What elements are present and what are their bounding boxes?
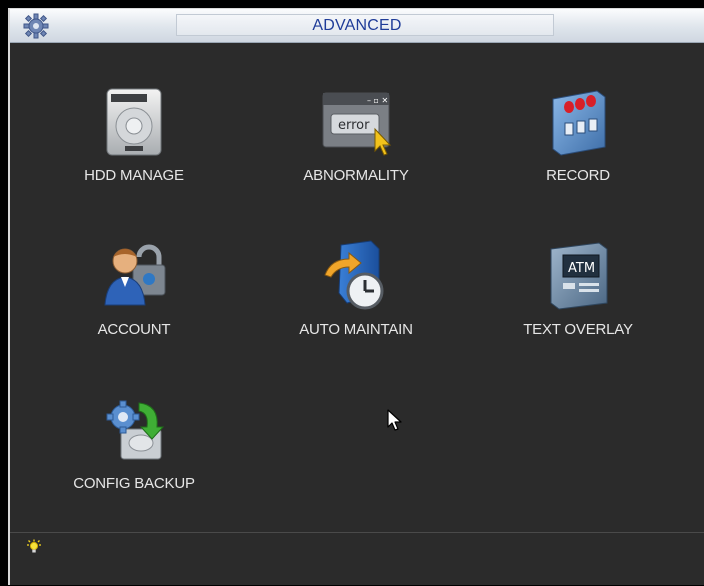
status-bar bbox=[10, 533, 704, 586]
menu-item-config-backup[interactable]: CONFIG BACKUP bbox=[34, 393, 234, 513]
atm-icon: ATM bbox=[550, 242, 608, 310]
menu-item-label: TEXT OVERLAY bbox=[523, 321, 633, 338]
account-lock-icon bbox=[104, 244, 166, 306]
menu-item-text-overlay[interactable]: ATM TEXT OVERLAY bbox=[478, 239, 678, 359]
menu-item-label: ABNORMALITY bbox=[303, 167, 409, 184]
menu-item-record[interactable]: RECORD bbox=[478, 85, 678, 205]
lightbulb-icon bbox=[27, 539, 41, 553]
auto-maintain-clock-icon bbox=[324, 240, 384, 310]
advanced-window: ADVANCED HDD MANAGE – ▫ ✕ error ABNORMAL… bbox=[8, 8, 704, 585]
menu-item-account[interactable]: ACCOUNT bbox=[34, 239, 234, 359]
window-title: ADVANCED bbox=[312, 17, 402, 34]
menu-item-label: HDD MANAGE bbox=[84, 167, 184, 184]
menu-item-label: RECORD bbox=[546, 167, 610, 184]
menu-item-hdd-manage[interactable]: HDD MANAGE bbox=[34, 85, 234, 205]
error-window-icon: – ▫ ✕ error bbox=[322, 92, 392, 156]
error-text: error bbox=[338, 118, 370, 133]
atm-text: ATM bbox=[568, 261, 595, 276]
menu-item-label: CONFIG BACKUP bbox=[73, 475, 195, 492]
title-bar: ADVANCED bbox=[10, 9, 704, 43]
hdd-icon bbox=[106, 88, 162, 156]
menu-item-auto-maintain[interactable]: AUTO MAINTAIN bbox=[256, 239, 456, 359]
svg-text:– ▫ ✕: – ▫ ✕ bbox=[367, 96, 388, 105]
config-backup-icon bbox=[106, 400, 165, 460]
menu-item-label: AUTO MAINTAIN bbox=[299, 321, 413, 338]
menu-item-abnormality[interactable]: – ▫ ✕ error ABNORMALITY bbox=[256, 85, 456, 205]
menu-item-label: ACCOUNT bbox=[97, 321, 171, 338]
record-icon bbox=[552, 90, 606, 156]
mouse-pointer-icon bbox=[387, 409, 402, 431]
